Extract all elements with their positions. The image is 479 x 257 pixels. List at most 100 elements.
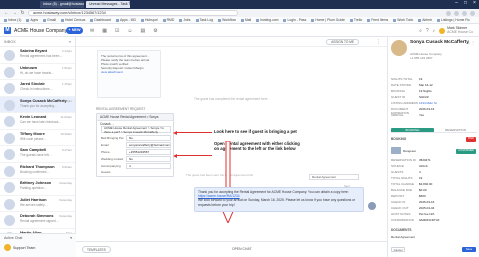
- forward-icon[interactable]: →: [12, 10, 17, 16]
- conversation-item[interactable]: Juliet Harrison We arrived safely… Yesterd…: [0, 196, 75, 212]
- brand[interactable]: M ACME House Company ▾: [4, 27, 72, 34]
- bookmark-label: Apps: [30, 18, 39, 22]
- listing-thumbnail[interactable]: [391, 147, 401, 154]
- conversation-item[interactable]: Sonya Cusack McCafferty Thank you for acc…: [0, 96, 75, 113]
- save-button[interactable]: Save: [462, 247, 476, 252]
- booking-field: CHECK OUT 2025-04-04: [391, 206, 477, 211]
- document-item[interactable]: Rental Agreement: [391, 235, 415, 239]
- bookmark-item[interactable]: Work Todo: [393, 18, 413, 22]
- conversation-item[interactable]: Sam Campbell The guests have left… 9:47am: [0, 146, 75, 163]
- browser-tab-active[interactable]: Unread Messages - Task Tim: [86, 1, 130, 8]
- bookmark-item[interactable]: Hubspot: [140, 18, 158, 22]
- bookmark-item[interactable]: RMD: [162, 18, 174, 22]
- field-value[interactable]: 1234 Main St: [419, 101, 477, 106]
- assign-button[interactable]: ASSIGN TO ME: [326, 39, 359, 45]
- conversation-preview: Rental agreement signed…: [20, 219, 59, 223]
- field-key: DATE STAYED: [391, 83, 412, 87]
- bookmark-label: Hotel Census: [64, 18, 86, 22]
- field-value: $3,840.00: [419, 182, 433, 186]
- bookmark-item[interactable]: Dashboard: [90, 18, 111, 22]
- more-icon[interactable]: ⋮: [376, 39, 381, 45]
- bookmark-item[interactable]: Apps: [26, 18, 38, 22]
- bookmark-label: Airbnb: [422, 18, 433, 22]
- new-button[interactable]: + NEW: [66, 27, 83, 34]
- bookmark-item[interactable]: hosting.com: [256, 18, 278, 22]
- annotation-pet: Look here to see if guest is bringing a …: [214, 129, 297, 134]
- chevron-down-icon: ▾: [70, 236, 72, 240]
- support-team-item[interactable]: Support Team: [0, 242, 76, 253]
- search-icon[interactable]: ⌕: [419, 28, 422, 34]
- contacts-icon[interactable]: ☺: [127, 28, 132, 34]
- conversation-item[interactable]: Tiffany Moore Wifi code please… 10:30am: [0, 130, 75, 146]
- conversation-item[interactable]: Jared Sinclair Check-in instructions… 1:15…: [0, 80, 75, 97]
- logo-icon: M: [4, 27, 11, 34]
- avatar: [4, 66, 15, 78]
- tab-reservation[interactable]: RESERVATION: [434, 128, 477, 133]
- calendar-icon[interactable]: ▦: [102, 28, 107, 34]
- minimize-icon[interactable]: –: [454, 1, 459, 6]
- bookmark-item[interactable]: Inbox (1): [4, 18, 21, 22]
- bookmark-item[interactable]: Jobs: [179, 18, 191, 22]
- settings-icon[interactable]: ⚙: [153, 28, 157, 34]
- contact-field: ARRIVAL Yes: [391, 113, 477, 118]
- extension-icon[interactable]: [446, 10, 451, 16]
- field-key: GUESTS: [391, 170, 404, 174]
- conversation-item[interactable]: Deborah Simmons Rental agreement signed… Y…: [0, 212, 75, 229]
- edit-icon[interactable]: ✎⋮: [467, 40, 476, 45]
- avatar: [4, 132, 15, 144]
- group-toggle[interactable]: Active Chat ▾: [0, 234, 76, 242]
- field-key: CHECK IN: [391, 200, 406, 204]
- url-field[interactable]: acme.hostaway.com/v/inbox/1234567/1234: [28, 10, 238, 16]
- filter-icon[interactable]: ≡: [69, 40, 71, 44]
- conversation-item[interactable]: Unknown Hi, do we have towels… 1:52pm: [0, 64, 75, 80]
- conversation-item[interactable]: Kevin Leonard Can we have late checkout… 1…: [0, 113, 75, 130]
- bookmark-item[interactable]: Apps - MD: [115, 18, 136, 22]
- maximize-icon[interactable]: □: [463, 1, 468, 6]
- back-icon[interactable]: ←: [4, 10, 9, 16]
- tab-booking[interactable]: BOOKING: [391, 128, 434, 133]
- bookmark-label: Feed Items: [371, 18, 389, 22]
- avatar: [4, 215, 15, 226]
- rental-agreement-card[interactable]: ACME House Rental Agreement > Sonya Cusa…: [96, 113, 174, 177]
- open-chat-button[interactable]: OPEN CHAT: [232, 247, 252, 251]
- browser-tab[interactable]: Inbox (8) - gmail@hostaway.com: [40, 1, 84, 8]
- profile-icon[interactable]: [470, 10, 475, 16]
- status-badge: CONFIRMED: [456, 149, 476, 154]
- extension-icon[interactable]: [454, 10, 459, 16]
- chat-icon[interactable]: ✉: [90, 28, 94, 34]
- bookmark-item[interactable]: Login - Pass: [283, 18, 306, 22]
- bookmark-item[interactable]: Listings | Home Ro: [437, 18, 470, 22]
- bookmark-item[interactable]: Trello: [349, 18, 362, 22]
- app-window: Inbox (8) - gmail@hostaway.com Unread Me…: [0, 0, 479, 257]
- cancel-button[interactable]: Cancel: [391, 247, 405, 252]
- bookmark-item[interactable]: Hotel Census: [60, 18, 86, 22]
- conversation-item[interactable]: Sabrina Bryant Rental agreement has been……: [0, 47, 75, 64]
- bookmark-icon: [43, 18, 47, 22]
- bookmark-item[interactable]: Mail: [240, 18, 251, 22]
- bookmark-item[interactable]: Task Log: [195, 18, 213, 22]
- tasks-icon[interactable]: ☑: [115, 28, 119, 34]
- bookmark-icon: [162, 18, 166, 22]
- bookmark-item[interactable]: Airbnb: [418, 18, 432, 22]
- conversation-item[interactable]: Richard Thompson Booking confirmed… 9:02am: [0, 163, 75, 179]
- attachment-link[interactable]: view attachment: [101, 70, 157, 74]
- reports-icon[interactable]: ▤: [141, 28, 146, 34]
- bell-icon[interactable]: ♪: [433, 28, 436, 34]
- bookmark-item[interactable]: Gmail: [43, 18, 56, 22]
- user-menu[interactable]: Mark Skinner ACME House Co: [439, 26, 473, 34]
- conversation-time: 12:40pm: [60, 98, 72, 103]
- extension-icon[interactable]: [462, 10, 467, 16]
- form-row-value: 4: [126, 163, 171, 169]
- bookmark-item[interactable]: Home | Plum Guide: [311, 18, 345, 22]
- bookmark-item[interactable]: Workflow: [218, 18, 236, 22]
- rental-agreement-chip[interactable]: Rental Agreement: [309, 174, 359, 180]
- field-key: LISTING ADDRESS: [391, 101, 418, 105]
- bookmark-item[interactable]: Feed Items: [367, 18, 388, 22]
- conversation-item[interactable]: Brittney Johnson Parking question… Yesterd…: [0, 179, 75, 196]
- reload-icon[interactable]: ↻: [20, 10, 25, 16]
- templates-button[interactable]: TEMPLATES: [82, 246, 111, 253]
- contact-phone[interactable]: +1 555 123 4567: [410, 56, 433, 60]
- help-icon[interactable]: ?: [426, 28, 429, 34]
- close-icon[interactable]: ×: [472, 1, 477, 6]
- conversation-preview: The guests have left…: [20, 153, 52, 157]
